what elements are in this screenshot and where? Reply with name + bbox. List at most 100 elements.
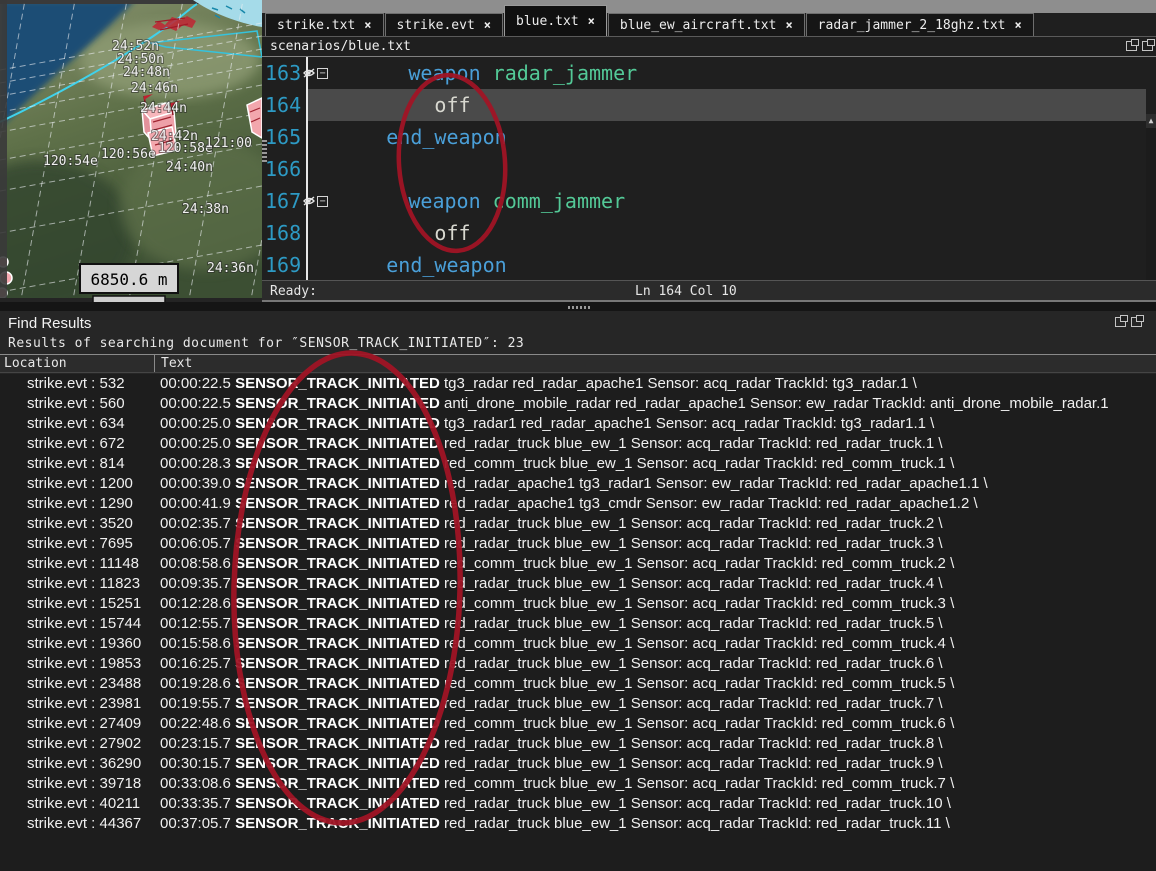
- tab-blue.txt[interactable]: blue.txt×: [504, 5, 607, 36]
- tab-close-icon[interactable]: ×: [588, 14, 595, 28]
- tab-radar_jammer_2_18ghz.txt[interactable]: radar_jammer_2_18ghz.txt×: [806, 13, 1034, 36]
- result-detail: red_radar_truck blue_ew_1 Sensor: acq_ra…: [440, 435, 943, 452]
- result-row[interactable]: strike.evt : 67200:00:25.0 SENSOR_TRACK_…: [0, 434, 1156, 454]
- cursor-position: Ln 164 Col 10: [635, 284, 737, 299]
- result-location: strike.evt : 19853: [0, 654, 155, 674]
- line-gutter[interactable]: 165: [262, 121, 306, 153]
- result-row[interactable]: strike.evt : 3971800:33:08.6 SENSOR_TRAC…: [0, 774, 1156, 794]
- line-number: 168: [265, 217, 301, 249]
- code-line[interactable]: 165 end_weapon: [262, 121, 1146, 153]
- fold-marker-icon[interactable]: −: [317, 196, 328, 207]
- result-row[interactable]: strike.evt : 2740900:22:48.6 SENSOR_TRAC…: [0, 714, 1156, 734]
- line-gutter[interactable]: 167−: [262, 185, 328, 217]
- search-summary: Results of searching document for ″SENSO…: [8, 336, 524, 351]
- code-text[interactable]: weapon radar_jammer: [328, 57, 1146, 89]
- result-text: 00:19:28.6 SENSOR_TRACK_INITIATED red_co…: [155, 674, 1156, 694]
- result-row[interactable]: strike.evt : 4021100:33:35.7 SENSOR_TRAC…: [0, 794, 1156, 814]
- tab-strike.evt[interactable]: strike.evt×: [385, 13, 504, 36]
- result-detail: red_comm_truck blue_ew_1 Sensor: acq_rad…: [440, 675, 954, 692]
- result-timestamp: 00:08:58.6: [160, 555, 235, 572]
- result-detail: red_radar_truck blue_ew_1 Sensor: acq_ra…: [440, 815, 950, 832]
- code-text[interactable]: off: [306, 89, 1146, 121]
- code-line[interactable]: 164 off: [262, 89, 1146, 121]
- tab-label: strike.txt: [277, 18, 355, 33]
- result-timestamp: 00:12:28.6: [160, 595, 235, 612]
- result-location: strike.evt : 27409: [0, 714, 155, 734]
- result-row[interactable]: strike.evt : 1182300:09:35.7 SENSOR_TRAC…: [0, 574, 1156, 594]
- line-gutter[interactable]: 166: [262, 153, 306, 185]
- code-text[interactable]: off: [306, 217, 1146, 249]
- result-text: 00:00:41.9 SENSOR_TRACK_INITIATED red_ra…: [155, 494, 1156, 514]
- code-text[interactable]: end_weapon: [306, 249, 1146, 280]
- result-match-term: SENSOR_TRACK_INITIATED: [235, 735, 440, 752]
- code-line[interactable]: 169 end_weapon: [262, 249, 1146, 280]
- horizontal-splitter[interactable]: [0, 302, 1156, 311]
- result-text: 00:00:39.0 SENSOR_TRACK_INITIATED red_ra…: [155, 474, 1156, 494]
- code-line[interactable]: 167− weapon comm_jammer: [262, 185, 1146, 217]
- result-row[interactable]: strike.evt : 53200:00:22.5 SENSOR_TRACK_…: [0, 374, 1156, 394]
- result-text: 00:15:58.6 SENSOR_TRACK_INITIATED red_co…: [155, 634, 1156, 654]
- float-panel-icon[interactable]: [1126, 41, 1137, 51]
- line-gutter[interactable]: 168: [262, 217, 306, 249]
- tab-close-icon[interactable]: ×: [1015, 18, 1022, 32]
- result-row[interactable]: strike.evt : 3629000:30:15.7 SENSOR_TRAC…: [0, 754, 1156, 774]
- result-location: strike.evt : 3520: [0, 514, 155, 534]
- dock-panel-icon[interactable]: [1142, 41, 1153, 51]
- result-timestamp: 00:33:35.7: [160, 795, 235, 812]
- dock-panel-icon[interactable]: [1131, 317, 1142, 327]
- result-row[interactable]: strike.evt : 56000:00:22.5 SENSOR_TRACK_…: [0, 394, 1156, 414]
- result-row[interactable]: strike.evt : 4436700:37:05.7 SENSOR_TRAC…: [0, 814, 1156, 834]
- float-panel-icon[interactable]: [1115, 317, 1126, 327]
- result-row[interactable]: strike.evt : 2348800:19:28.6 SENSOR_TRAC…: [0, 674, 1156, 694]
- result-row[interactable]: strike.evt : 1574400:12:55.7 SENSOR_TRAC…: [0, 614, 1156, 634]
- code-text[interactable]: [306, 153, 1146, 185]
- result-row[interactable]: strike.evt : 1525100:12:28.6 SENSOR_TRAC…: [0, 594, 1156, 614]
- result-text: 00:30:15.7 SENSOR_TRACK_INITIATED red_ra…: [155, 754, 1156, 774]
- code-text[interactable]: end_weapon: [306, 121, 1146, 153]
- line-gutter[interactable]: 169: [262, 249, 306, 280]
- fold-marker-icon[interactable]: −: [317, 68, 328, 79]
- result-row[interactable]: strike.evt : 2398100:19:55.7 SENSOR_TRAC…: [0, 694, 1156, 714]
- eye-slash-icon[interactable]: [302, 67, 316, 79]
- tab-close-icon[interactable]: ×: [364, 18, 371, 32]
- map-scale-label: 6850.6 m: [90, 270, 167, 289]
- result-row[interactable]: strike.evt : 81400:00:28.3 SENSOR_TRACK_…: [0, 454, 1156, 474]
- map-lon-label: 120:56e: [101, 147, 156, 162]
- map-viewport[interactable]: 24:52n24:50n24:48n24:46n24:44n24:42n24:4…: [0, 0, 262, 305]
- code-line[interactable]: 166: [262, 153, 1146, 185]
- code-line[interactable]: 163− weapon radar_jammer: [262, 57, 1146, 89]
- result-row[interactable]: strike.evt : 129000:00:41.9 SENSOR_TRACK…: [0, 494, 1156, 514]
- result-timestamp: 00:09:35.7: [160, 575, 235, 592]
- line-gutter[interactable]: 164: [262, 89, 306, 121]
- column-header-text[interactable]: Text: [155, 355, 192, 372]
- result-row[interactable]: strike.evt : 769500:06:05.7 SENSOR_TRACK…: [0, 534, 1156, 554]
- editor-scrollbar[interactable]: ▲ ▼: [1146, 114, 1156, 280]
- result-row[interactable]: strike.evt : 2790200:23:15.7 SENSOR_TRAC…: [0, 734, 1156, 754]
- result-row[interactable]: strike.evt : 120000:00:39.0 SENSOR_TRACK…: [0, 474, 1156, 494]
- line-gutter[interactable]: 163−: [262, 57, 328, 89]
- tab-blue_ew_aircraft.txt[interactable]: blue_ew_aircraft.txt×: [608, 13, 805, 36]
- eye-slash-icon[interactable]: [302, 195, 316, 207]
- result-text: 00:09:35.7 SENSOR_TRACK_INITIATED red_ra…: [155, 574, 1156, 594]
- code-editor[interactable]: 163− weapon radar_jammer164 off165 end_w…: [262, 57, 1156, 280]
- result-row[interactable]: strike.evt : 1114800:08:58.6 SENSOR_TRAC…: [0, 554, 1156, 574]
- map-lat-label: 24:46n: [131, 81, 178, 96]
- scroll-up-icon[interactable]: ▲: [1146, 114, 1156, 128]
- result-row[interactable]: strike.evt : 352000:02:35.7 SENSOR_TRACK…: [0, 514, 1156, 534]
- vertical-splitter-grip[interactable]: [262, 140, 267, 162]
- tab-strike.txt[interactable]: strike.txt ×: [265, 13, 384, 36]
- result-location: strike.evt : 532: [0, 374, 155, 394]
- code-line[interactable]: 168 off: [262, 217, 1146, 249]
- result-row[interactable]: strike.evt : 1985300:16:25.7 SENSOR_TRAC…: [0, 654, 1156, 674]
- map-lon-label: 120:54e: [43, 154, 98, 169]
- horizontal-splitter-grip[interactable]: [568, 306, 592, 309]
- tab-close-icon[interactable]: ×: [484, 18, 491, 32]
- result-match-term: SENSOR_TRACK_INITIATED: [235, 635, 440, 652]
- result-row[interactable]: strike.evt : 63400:00:25.0 SENSOR_TRACK_…: [0, 414, 1156, 434]
- column-header-location[interactable]: Location: [0, 355, 155, 372]
- result-row[interactable]: strike.evt : 1936000:15:58.6 SENSOR_TRAC…: [0, 634, 1156, 654]
- result-text: 00:16:25.7 SENSOR_TRACK_INITIATED red_ra…: [155, 654, 1156, 674]
- line-number: 164: [265, 89, 301, 121]
- tab-close-icon[interactable]: ×: [785, 18, 792, 32]
- code-text[interactable]: weapon comm_jammer: [328, 185, 1146, 217]
